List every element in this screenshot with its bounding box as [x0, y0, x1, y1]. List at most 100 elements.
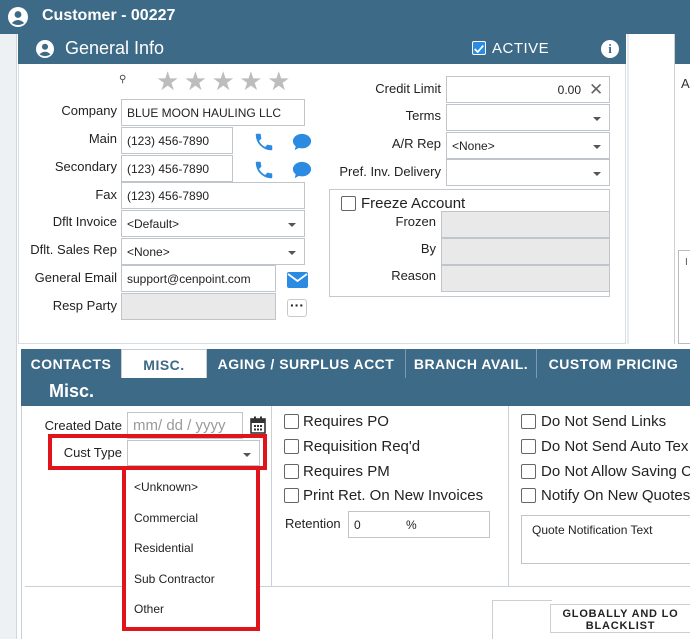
- notify-new-quotes-label: Notify On New Quotes: [541, 487, 690, 504]
- do-not-send-auto-text-label: Do Not Send Auto Tex: [541, 438, 689, 455]
- blacklist-button[interactable]: GLOBALLY AND LO BLACKLIST: [550, 604, 690, 633]
- freeze-account-label: Freeze Account: [361, 195, 466, 212]
- clear-icon[interactable]: ✕: [589, 80, 603, 100]
- star-icon[interactable]: ★: [239, 66, 262, 96]
- cust-type-select[interactable]: [127, 440, 260, 466]
- dflt-sales-rep-value: <None>: [127, 245, 170, 259]
- credit-limit-field[interactable]: 0.00: [446, 76, 610, 103]
- checkmark-icon: [474, 45, 484, 54]
- rating-stars[interactable]: ★ ★ ★ ★ ★: [156, 68, 290, 95]
- general-info-title: General Info: [65, 38, 165, 58]
- ar-rep-select[interactable]: <None>: [446, 132, 610, 159]
- ar-rep-value: <None>: [452, 139, 495, 153]
- active-label: ACTIVE: [492, 40, 550, 57]
- print-ret-checkbox[interactable]: [284, 488, 299, 503]
- pref-inv-delivery-select[interactable]: [446, 159, 610, 186]
- misc-title: Misc.: [49, 381, 95, 401]
- right-panel-box-label: I: [685, 257, 688, 268]
- do-not-send-auto-text-checkbox[interactable]: [521, 439, 536, 454]
- requisition-reqd-label: Requisition Req'd: [303, 438, 421, 455]
- dflt-invoice-value: <Default>: [127, 217, 180, 231]
- dropdown-option[interactable]: Sub Contractor: [134, 572, 215, 586]
- requisition-reqd-checkbox[interactable]: [284, 439, 299, 454]
- star-icon[interactable]: ★: [212, 66, 235, 96]
- company-label: Company: [61, 103, 117, 118]
- more-options-button[interactable]: ···: [287, 298, 307, 317]
- column-divider: [508, 406, 509, 586]
- tab-branch-avail[interactable]: BRANCH AVAIL.: [406, 349, 537, 378]
- info-icon[interactable]: i: [601, 40, 619, 58]
- tab-misc[interactable]: MISC.: [121, 349, 207, 378]
- requires-po-checkbox[interactable]: [284, 414, 299, 429]
- column-divider: [492, 600, 493, 639]
- do-not-allow-saving-checkbox[interactable]: [521, 464, 536, 479]
- by-field: [441, 238, 610, 265]
- secondary-phone-field[interactable]: (123) 456-7890: [121, 155, 233, 182]
- fax-field[interactable]: (123) 456-7890: [121, 182, 305, 209]
- left-edge-panel: [0, 34, 17, 639]
- email-icon[interactable]: [287, 272, 308, 288]
- quote-notification-textarea[interactable]: Quote Notification Text: [521, 515, 690, 564]
- tab-custom-pricing[interactable]: CUSTOM PRICING: [537, 349, 690, 378]
- general-info-header: General Info ACTIVE i: [18, 34, 626, 64]
- tab-aging-surplus[interactable]: AGING / SURPLUS ACCT: [207, 349, 406, 378]
- dropdown-option[interactable]: Other: [134, 602, 164, 616]
- terms-select[interactable]: [446, 104, 610, 131]
- dflt-sales-rep-label: Dflt. Sales Rep: [30, 242, 117, 257]
- panel-separator: [627, 34, 629, 344]
- phone-icon[interactable]: [253, 131, 275, 153]
- phone-icon[interactable]: [253, 159, 275, 181]
- requires-pm-label: Requires PM: [303, 463, 390, 480]
- user-avatar-icon: [8, 7, 28, 27]
- created-date-label: Created Date: [44, 418, 122, 433]
- general-email-field[interactable]: support@cenpoint.com: [121, 265, 276, 292]
- dropdown-option[interactable]: <Unknown>: [134, 480, 198, 494]
- notify-new-quotes-checkbox[interactable]: [521, 488, 536, 503]
- star-icon[interactable]: ★: [267, 66, 290, 96]
- retention-field[interactable]: 0 %: [348, 511, 490, 538]
- chat-icon[interactable]: [291, 132, 313, 152]
- row-divider: [492, 600, 552, 601]
- active-checkbox[interactable]: [472, 41, 486, 55]
- dflt-invoice-select[interactable]: <Default>: [121, 210, 305, 237]
- company-field[interactable]: BLUE MOON HAULING LLC: [121, 99, 305, 126]
- calendar-icon[interactable]: [250, 416, 266, 434]
- cust-type-label: Cust Type: [63, 445, 122, 460]
- quote-notification-label: Quote Notification Text: [532, 523, 653, 537]
- column-divider: [271, 406, 272, 586]
- dropdown-option[interactable]: Residential: [134, 541, 193, 555]
- dflt-sales-rep-select[interactable]: <None>: [121, 238, 305, 265]
- dropdown-option[interactable]: Commercial: [134, 511, 198, 525]
- main-phone-label: Main: [88, 131, 117, 146]
- right-side-panel: A I: [674, 34, 690, 344]
- frozen-label: Frozen: [395, 214, 436, 229]
- credit-limit-label: Credit Limit: [375, 81, 441, 96]
- freeze-account-checkbox[interactable]: [341, 196, 356, 211]
- general-email-label: General Email: [34, 270, 117, 285]
- print-ret-label: Print Ret. On New Invoices: [303, 487, 484, 504]
- star-icon[interactable]: ★: [156, 66, 179, 96]
- terms-label: Terms: [405, 108, 441, 123]
- do-not-send-links-label: Do Not Send Links: [541, 413, 667, 430]
- star-icon[interactable]: ★: [184, 66, 207, 96]
- resp-party-field[interactable]: [121, 293, 276, 320]
- by-label: By: [420, 241, 436, 256]
- right-panel-header: [675, 34, 690, 64]
- requires-po-label: Requires PO: [303, 413, 389, 430]
- user-avatar-icon: [36, 40, 54, 58]
- reason-label: Reason: [391, 268, 436, 283]
- reason-field: [441, 265, 610, 292]
- main-phone-field[interactable]: (123) 456-7890: [121, 127, 233, 154]
- retention-value: 0: [354, 518, 361, 532]
- fax-label: Fax: [95, 187, 117, 202]
- pin-icon[interactable]: ⚲: [119, 74, 126, 85]
- window-title: Customer - 00227: [42, 7, 176, 24]
- right-panel-box: I: [678, 250, 690, 344]
- chat-icon[interactable]: [291, 160, 313, 180]
- ar-rep-label: A/R Rep: [391, 136, 441, 151]
- requires-pm-checkbox[interactable]: [284, 464, 299, 479]
- resp-party-label: Resp Party: [52, 298, 117, 313]
- secondary-phone-label: Secondary: [54, 159, 117, 174]
- do-not-send-links-checkbox[interactable]: [521, 414, 536, 429]
- tab-contacts[interactable]: CONTACTS: [21, 349, 122, 378]
